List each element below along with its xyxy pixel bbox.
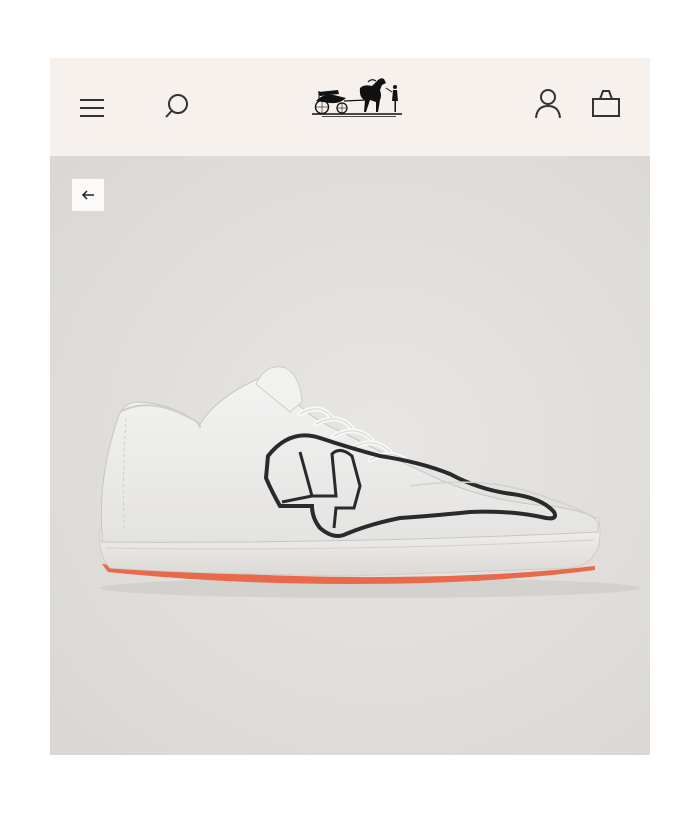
product-image[interactable] <box>50 156 650 755</box>
account-button[interactable] <box>528 83 568 123</box>
user-icon <box>535 89 561 119</box>
brand-logo[interactable] <box>308 74 406 120</box>
back-button[interactable] <box>72 179 104 211</box>
search-button[interactable] <box>157 86 197 126</box>
search-icon <box>165 94 188 118</box>
product-gallery <box>50 156 650 755</box>
hermes-carriage-logo <box>312 78 402 117</box>
page-frame <box>50 58 650 755</box>
site-header <box>50 58 650 156</box>
menu-button[interactable] <box>72 88 112 128</box>
hamburger-menu-icon <box>80 99 104 117</box>
arrow-left-icon <box>81 190 94 200</box>
shopping-bag-icon <box>592 90 620 117</box>
shopping-bag-button[interactable] <box>586 83 626 123</box>
